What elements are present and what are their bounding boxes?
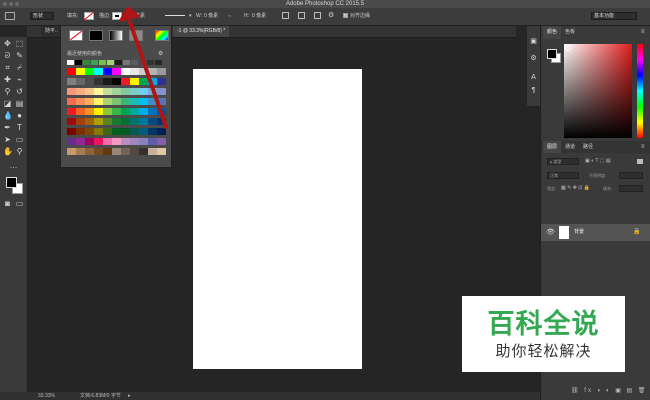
watermark-title: 百科全说 xyxy=(487,309,600,339)
lock-label: 锁定: xyxy=(547,186,557,191)
color-field[interactable] xyxy=(564,44,632,138)
layer-name: 背景 xyxy=(574,229,585,235)
character-icon[interactable]: A xyxy=(529,73,538,82)
filter-toggle[interactable] xyxy=(637,159,643,164)
blend-mode-select[interactable]: 正常 xyxy=(547,172,579,179)
watermark: 百科全说 助你轻松解决 xyxy=(462,296,625,372)
panel-fg-swatch[interactable] xyxy=(547,49,557,59)
properties-icon[interactable]: ⚙ xyxy=(529,54,538,63)
tab-channels[interactable]: 通道 xyxy=(561,141,579,153)
tab-paths[interactable]: 路径 xyxy=(579,141,597,153)
status-menu-arrow[interactable]: ▸ xyxy=(128,393,131,399)
tab-swatches[interactable]: 色板 xyxy=(561,26,579,39)
document-info[interactable]: 文档:6.83M/0 字节 xyxy=(80,393,121,399)
panel-menu-icon[interactable]: ≡ xyxy=(641,28,645,36)
eye-icon[interactable]: 👁 xyxy=(546,228,555,237)
layer-row-background[interactable]: 👁 背景 🔒 xyxy=(541,224,650,241)
foreground-color-swatch[interactable] xyxy=(6,177,17,188)
fill-field[interactable] xyxy=(619,185,643,192)
history-icon[interactable]: ▣ xyxy=(529,37,538,46)
opacity-field[interactable] xyxy=(619,172,643,179)
paragraph-icon[interactable]: ¶ xyxy=(529,86,538,95)
tab-color[interactable]: 颜色 xyxy=(543,26,562,39)
filter-icons[interactable]: ▣ ◐ T ⬚ ▤ xyxy=(585,157,611,165)
watermark-subtitle: 助你轻松解决 xyxy=(495,343,592,360)
opacity-label: 不透明度: xyxy=(589,173,607,178)
panel-menu-icon[interactable]: ≡ xyxy=(641,143,645,151)
layers-bottom-icons[interactable]: ⛓ fx ◑ ◐ ▣ ▤ 🗑 xyxy=(571,387,648,396)
tab-layers[interactable]: 图层 xyxy=(543,141,562,153)
lock-icon: 🔒 xyxy=(633,229,641,235)
fill-label: 填充: xyxy=(603,186,613,191)
color-picker-cursor xyxy=(565,45,571,51)
hue-slider[interactable] xyxy=(637,44,643,138)
status-bar: 33.33% 文档:6.83M/0 字节 ▸ xyxy=(0,392,540,400)
panel-dock: ▣ ⚙ A ¶ xyxy=(527,26,540,106)
layer-thumbnail xyxy=(559,226,569,239)
zoom-level[interactable]: 33.33% xyxy=(38,393,55,399)
lock-icons[interactable]: ▦ ✎ ✥ ⊡ 🔒 xyxy=(561,184,590,192)
layer-kind-filter[interactable]: p 类型 xyxy=(547,158,579,165)
